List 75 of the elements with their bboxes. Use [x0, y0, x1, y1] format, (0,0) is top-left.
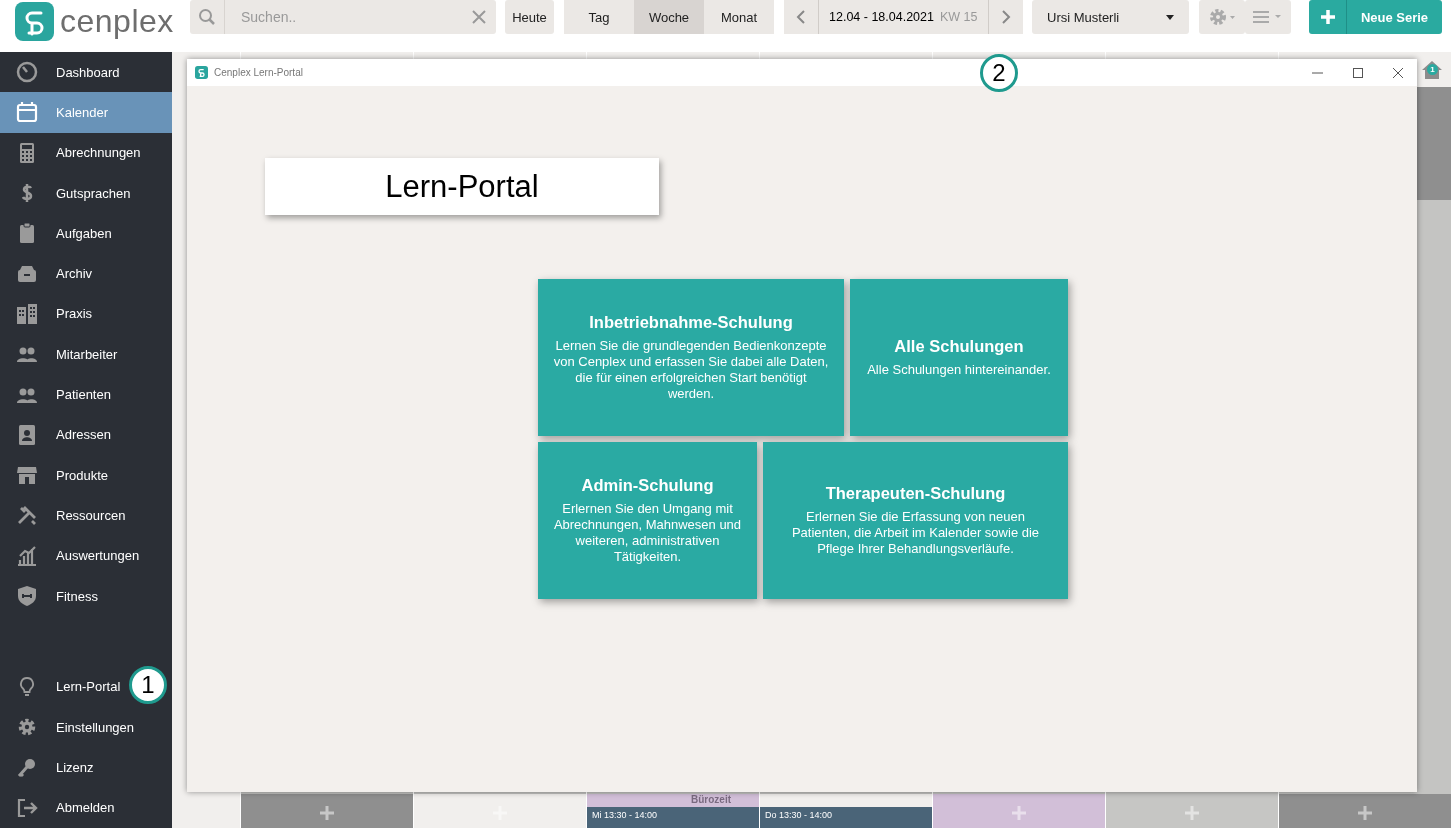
tile-description: Lernen Sie die grundlegenden Bedienkonzepte von Cenplex und erfassen Sie dabei alle Daten, die für einen erfolgreichen Start benötigt werden.	[552, 338, 830, 402]
sidebar-item[interactable]: Auswertungen	[0, 535, 146, 576]
sidebar-item[interactable]: Aufgaben	[0, 213, 118, 254]
sidebar-item[interactable]: Patienten	[0, 374, 117, 415]
chevron-right-icon	[1001, 9, 1011, 25]
sidebar-item[interactable]: Lern-Portal	[0, 666, 127, 708]
sidebar-item[interactable]: Abmelden	[0, 787, 121, 828]
chevron-left-icon	[796, 9, 806, 25]
sidebar-item[interactable]: Lizenz	[0, 747, 100, 788]
menu-icon	[1253, 10, 1283, 24]
caret-icon	[1166, 14, 1174, 20]
calendar-slot[interactable]	[1279, 794, 1451, 828]
sidebar-item[interactable]: Adressen	[0, 414, 117, 455]
menu-button[interactable]	[1245, 0, 1291, 34]
add-icon[interactable]	[1358, 806, 1372, 820]
week-number: KW 15	[939, 10, 978, 24]
view-tab[interactable]: Tag	[564, 0, 634, 34]
sidebar-item[interactable]: Produkte	[0, 454, 115, 496]
previous-button[interactable]	[784, 0, 819, 34]
clear-icon[interactable]	[472, 10, 486, 24]
tools-icon	[16, 504, 38, 527]
contact-icon	[16, 423, 38, 446]
window-title: Cenplex Lern-Portal	[214, 67, 303, 78]
plus-icon	[1320, 10, 1335, 24]
add-icon[interactable]	[1012, 806, 1026, 820]
logo-text: cenplex	[60, 3, 174, 40]
sidebar-item[interactable]: Einstellungen	[0, 707, 141, 748]
sidebar-item[interactable]: Ressourcen	[0, 495, 132, 536]
sidebar-item[interactable]: Dashboard	[0, 52, 126, 93]
chart-icon	[16, 544, 38, 567]
page-heading: Lern-Portal	[265, 158, 659, 215]
today-button[interactable]: Heute	[505, 0, 554, 34]
next-button[interactable]	[988, 0, 1023, 34]
tile-description: Erlernen Sie den Umgang mit Abrechnungen, Mahnwesen und weiteren, administrativen Tätigkeiten.	[552, 501, 743, 565]
add-icon[interactable]	[320, 806, 334, 820]
key-icon	[16, 756, 38, 779]
sidebar-item[interactable]: Gutsprachen	[0, 172, 137, 214]
calendar-slot[interactable]	[1106, 794, 1278, 828]
minimize-icon[interactable]	[1312, 71, 1323, 74]
app-icon	[195, 66, 208, 79]
add-icon[interactable]	[1185, 806, 1199, 820]
search-field[interactable]: Suchen..	[190, 0, 496, 34]
sidebar-item[interactable]: Fitness	[0, 575, 104, 617]
building-icon	[16, 302, 38, 325]
sidebar-item[interactable]: Mitarbeiter	[0, 334, 124, 375]
close-icon[interactable]	[1393, 67, 1403, 78]
tile-description: Alle Schulungen hintereinander.	[867, 362, 1051, 378]
gauge-icon	[16, 61, 38, 84]
appointment[interactable]: Do 13:30 - 14:00	[760, 807, 932, 828]
search-input[interactable]: Suchen..	[225, 8, 472, 26]
notification-badge: 1	[1427, 64, 1438, 75]
view-tab[interactable]: Monat	[704, 0, 774, 34]
calendar-slot[interactable]	[933, 794, 1105, 828]
sidebar-item[interactable]: Praxis	[0, 293, 99, 335]
maximize-icon[interactable]	[1353, 67, 1363, 78]
calendar-slot[interactable]: Bürozeit Mi 13:30 - 14:00	[587, 794, 759, 828]
tile-title: Inbetriebnahme-Schulung	[589, 313, 793, 332]
appointment[interactable]: Mi 13:30 - 14:00	[587, 807, 759, 828]
settings-button[interactable]	[1199, 0, 1245, 34]
sidebar-item[interactable]: Abrechnungen	[0, 132, 147, 173]
user-dropdown[interactable]: Ursi Musterli	[1032, 0, 1189, 34]
tile-title: Alle Schulungen	[894, 337, 1024, 356]
date-range: 12.04 - 18.04.2021	[829, 10, 934, 24]
shop-icon	[16, 464, 38, 487]
shield-icon	[16, 585, 38, 607]
sidebar-item[interactable]: Archiv	[0, 253, 99, 294]
view-tab[interactable]: Woche	[634, 0, 704, 34]
logout-icon	[16, 796, 38, 819]
search-icon	[198, 8, 216, 26]
tile-title: Therapeuten-Schulung	[825, 484, 1006, 503]
tile-title: Admin-Schulung	[581, 476, 714, 495]
calendar-icon	[16, 101, 38, 124]
calendar-slot[interactable]	[241, 794, 413, 828]
gear-icon	[1208, 7, 1236, 27]
tile-description: Erlernen Sie die Erfassung von neuen Patienten, die Arbeit im Kalender sowie die Pflege Ihrer Behandlungsverläufe.	[790, 509, 1041, 557]
